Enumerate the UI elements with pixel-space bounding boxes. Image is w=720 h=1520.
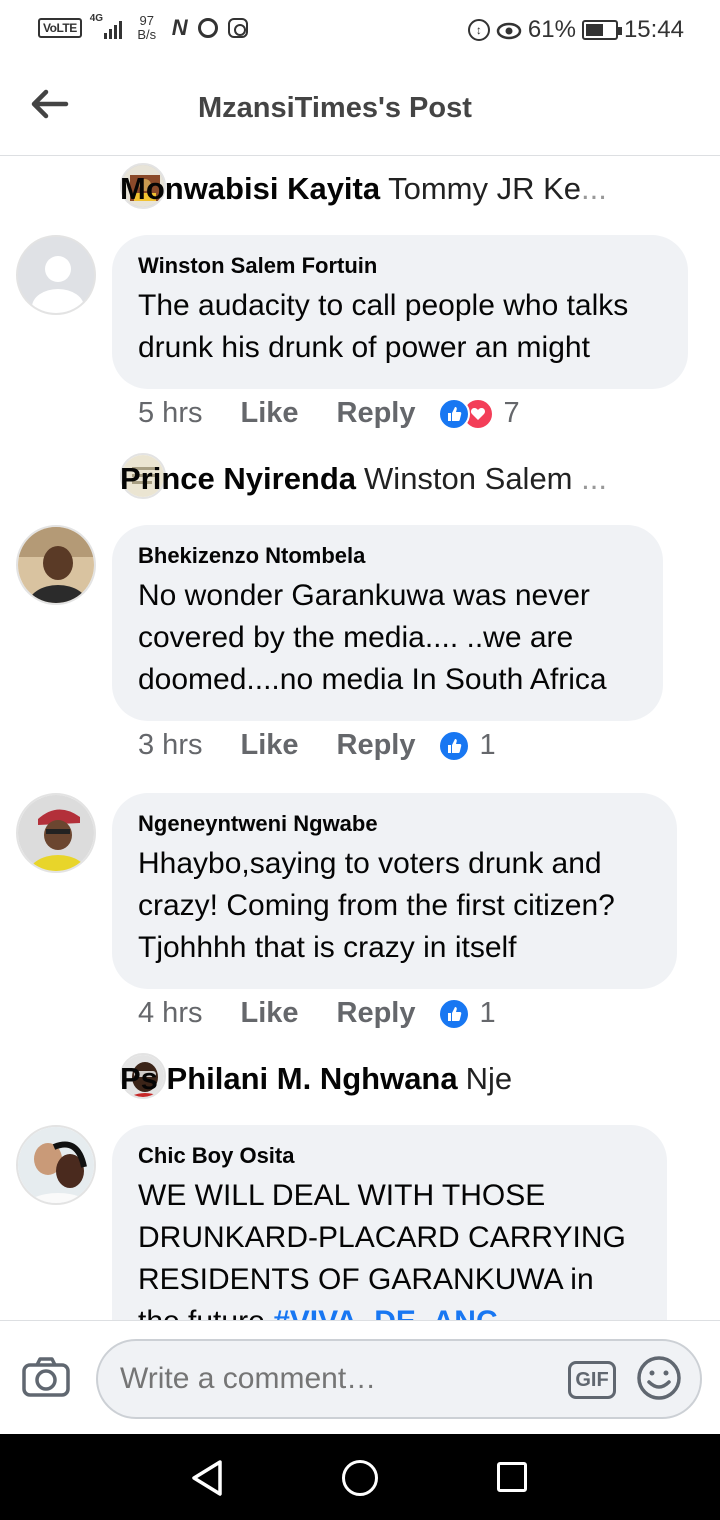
comment-author[interactable]: Ngeneyntweni Ngwabe [138, 811, 651, 837]
camera-button[interactable] [22, 1357, 70, 1397]
like-reaction-icon [437, 397, 470, 430]
comment-time: 4 hrs [138, 997, 203, 1029]
reply-preview[interactable]: Prince Nyirenda Winston Salem ... [120, 461, 607, 497]
clock: 15:44 [623, 16, 684, 43]
like-button[interactable]: Like [240, 997, 298, 1030]
data-saver-icon: ↕ [467, 19, 490, 41]
comment-actions: 5 hrs Like Reply 7 [138, 397, 520, 430]
comment-bubble[interactable]: Ngeneyntweni Ngwabe Hhaybo,saying to vot… [112, 793, 677, 989]
comment-time: 3 hrs [138, 729, 203, 761]
reply-button[interactable]: Reply [337, 997, 416, 1030]
reply-button[interactable]: Reply [337, 729, 416, 762]
avatar[interactable] [16, 793, 96, 873]
network-type: 4G [89, 13, 104, 24]
nav-back-button[interactable] [190, 1458, 224, 1498]
nfc-icon: N [171, 15, 188, 40]
status-bar: VoLTE 4G 97 B/s N ↕ 61% 15:44 [0, 0, 720, 62]
nav-home-button[interactable] [342, 1460, 378, 1496]
page-title: MzansiTimes's Post [198, 92, 472, 124]
emoji-icon [637, 1356, 681, 1400]
like-reaction-icon [437, 997, 470, 1030]
reply-preview[interactable]: Monwabisi Kayita Tommy JR Ke... [120, 171, 607, 207]
opera-icon [197, 18, 218, 38]
post-header: MzansiTimes's Post [0, 62, 720, 156]
reply-button[interactable]: Reply [337, 397, 416, 430]
comments-feed[interactable]: Monwabisi Kayita Tommy JR Ke... Winston S… [0, 157, 720, 1320]
comment-author[interactable]: Winston Salem Fortuin [138, 253, 662, 279]
comment-bubble[interactable]: Winston Salem Fortuin The audacity to ca… [112, 235, 688, 389]
comment-author[interactable]: Bhekizenzo Ntombela [138, 543, 637, 569]
comment-actions: 4 hrs Like Reply 1 [138, 997, 496, 1030]
avatar[interactable] [16, 235, 96, 315]
triangle-back-icon [192, 1460, 222, 1496]
reaction-count: 7 [503, 397, 520, 429]
comment-text: WE WILL DEAL WITH THOSE DRUNKARD-PLACARD… [138, 1175, 641, 1320]
reaction-summary[interactable]: 1 [437, 997, 496, 1030]
battery-percent: 61% [527, 16, 576, 43]
comment-text: The audacity to call people who talks dr… [138, 289, 629, 364]
comment-bubble[interactable]: Bhekizenzo Ntombela No wonder Garankuwa … [112, 525, 663, 721]
comment-actions: 3 hrs Like Reply 1 [138, 729, 496, 762]
arrow-left-icon [31, 89, 69, 119]
reaction-summary[interactable]: 1 [437, 729, 496, 762]
battery-icon [581, 20, 622, 40]
gif-button[interactable]: GIF [568, 1361, 616, 1399]
comment-author[interactable]: Chic Boy Osita [138, 1143, 641, 1169]
battery-fill [585, 24, 604, 36]
network-speed: 97 B/s [137, 13, 157, 42]
avatar[interactable] [16, 525, 96, 605]
like-button[interactable]: Like [240, 397, 298, 430]
like-button[interactable]: Like [240, 729, 298, 762]
reaction-summary[interactable]: 7 [437, 397, 520, 430]
avatar[interactable] [16, 1125, 96, 1205]
instagram-icon [227, 18, 248, 38]
comment-time: 5 hrs [138, 397, 203, 429]
hashtag-link[interactable]: #VIVA_DE_ANC [273, 1305, 498, 1320]
emoji-button[interactable] [636, 1355, 682, 1401]
reaction-count: 1 [479, 997, 496, 1029]
camera-icon [22, 1357, 70, 1397]
reaction-count: 1 [479, 729, 496, 761]
like-reaction-icon [437, 729, 470, 762]
comment-composer: GIF [0, 1320, 720, 1434]
back-button[interactable] [30, 88, 70, 120]
comment-bubble[interactable]: Chic Boy Osita WE WILL DEAL WITH THOSE D… [112, 1125, 667, 1320]
comment-text: Hhaybo,saying to voters drunk and crazy!… [138, 847, 615, 964]
system-nav-bar [0, 1434, 720, 1520]
reply-preview[interactable]: Ps Philani M. Nghwana Nje [120, 1061, 512, 1097]
comment-text: No wonder Garankuwa was never covered by… [138, 579, 607, 696]
signal-icon: 4G [90, 13, 122, 39]
volte-indicator: VoLTE [38, 18, 82, 38]
nav-recents-button[interactable] [497, 1462, 527, 1492]
eye-comfort-icon [496, 22, 522, 40]
